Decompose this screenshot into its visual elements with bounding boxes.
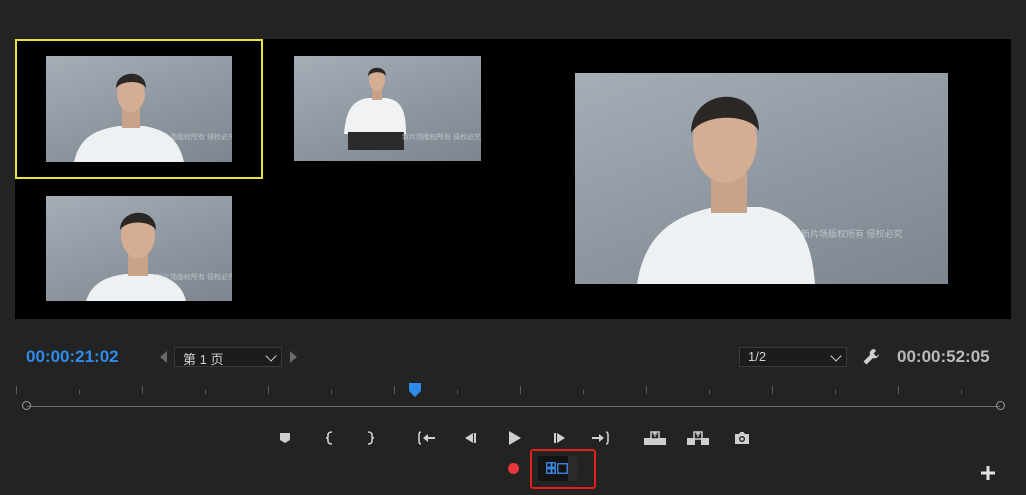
step-forward-button[interactable]: [548, 428, 570, 448]
ruler-tick: [898, 386, 899, 394]
camera-view-3[interactable]: 新片场版权所有 侵权必究: [46, 196, 232, 301]
multicam-monitor: 新片场版权所有 侵权必究 新片场版权所有 侵权必究 新片场版权所有 侵权必究 新…: [15, 39, 1011, 319]
lift-button[interactable]: [642, 428, 668, 448]
person-figure-program: [637, 96, 815, 284]
ruler-tick: [961, 390, 962, 394]
camera-icon: [735, 432, 749, 444]
resolution-dropdown[interactable]: 1/2: [739, 347, 847, 367]
current-timecode[interactable]: 00:00:21:02: [26, 347, 119, 367]
play-icon: [509, 431, 521, 445]
extract-button[interactable]: [685, 428, 711, 448]
ruler-tick: [646, 386, 647, 394]
duration-timecode: 00:00:52:05: [897, 347, 990, 366]
ruler-tick: [16, 386, 17, 394]
go-to-out-icon: [592, 431, 609, 445]
mark-out-button[interactable]: [359, 428, 381, 448]
ruler-tick: [772, 386, 773, 394]
multi-camera-view-toggle-button[interactable]: [538, 456, 578, 481]
program-view: 新片场版权所有 侵权必究: [575, 73, 948, 284]
ruler-tick: [583, 390, 584, 394]
person-figure-1: [74, 73, 184, 162]
page-dropdown-value: 第 1 页: [183, 352, 224, 367]
camera-view-2[interactable]: 新片场版权所有 侵权必究: [294, 56, 481, 161]
zoom-scrollbar[interactable]: [22, 401, 1005, 412]
ruler-tick: [205, 390, 206, 394]
playhead[interactable]: [408, 382, 422, 398]
ruler-tick: [835, 390, 836, 394]
scrollbar-line: [27, 406, 1000, 407]
mark-out-icon: [367, 431, 375, 445]
extract-icon: [687, 431, 709, 445]
scrollbar-right-handle[interactable]: [996, 401, 1005, 410]
step-back-button[interactable]: [460, 428, 482, 448]
go-to-out-button[interactable]: [589, 428, 611, 448]
watermark-text: 新片场版权所有 侵权必究: [156, 134, 232, 141]
watermark-text: 新片场版权所有 侵权必究: [801, 229, 903, 239]
wrench-icon[interactable]: [861, 347, 881, 367]
lift-icon: [644, 431, 666, 445]
camera-view-1[interactable]: 新片场版权所有 侵权必究: [46, 56, 232, 162]
previous-page-icon[interactable]: [160, 351, 167, 363]
scrollbar-left-handle[interactable]: [22, 401, 31, 410]
mark-in-icon: [325, 431, 333, 445]
add-marker-button[interactable]: [274, 428, 296, 448]
watermark-text: 新片场版权所有 侵权必究: [156, 274, 232, 281]
export-frame-button[interactable]: [731, 428, 753, 448]
mark-in-button[interactable]: [319, 428, 341, 448]
watermark-text: 新片场版权所有 侵权必究: [402, 134, 481, 141]
multi-camera-view-icon: [546, 462, 568, 474]
ruler-tick: [520, 386, 521, 394]
record-dot-icon[interactable]: [508, 463, 519, 474]
page-dropdown[interactable]: 第 1 页: [174, 347, 282, 367]
person-figure-3: [86, 212, 186, 301]
ruler-tick: [142, 386, 143, 394]
ruler-tick: [394, 386, 395, 394]
ruler-tick: [79, 390, 80, 394]
step-forward-icon: [554, 433, 565, 443]
ruler-tick: [331, 390, 332, 394]
chevron-down-icon: [265, 350, 277, 362]
resolution-dropdown-value: 1/2: [748, 349, 767, 364]
next-page-icon[interactable]: [290, 351, 297, 363]
ruler-tick: [709, 390, 710, 394]
step-back-icon: [465, 433, 476, 443]
go-to-in-button[interactable]: [416, 428, 438, 448]
ruler-tick: [457, 390, 458, 394]
plus-icon[interactable]: [980, 465, 996, 481]
toggle-button-divider: [568, 456, 578, 481]
play-button[interactable]: [503, 428, 525, 448]
marker-icon: [280, 433, 290, 443]
person-figure-2: [344, 67, 406, 150]
ruler-tick: [268, 386, 269, 394]
chevron-down-icon: [830, 350, 842, 362]
go-to-in-icon: [418, 431, 435, 445]
